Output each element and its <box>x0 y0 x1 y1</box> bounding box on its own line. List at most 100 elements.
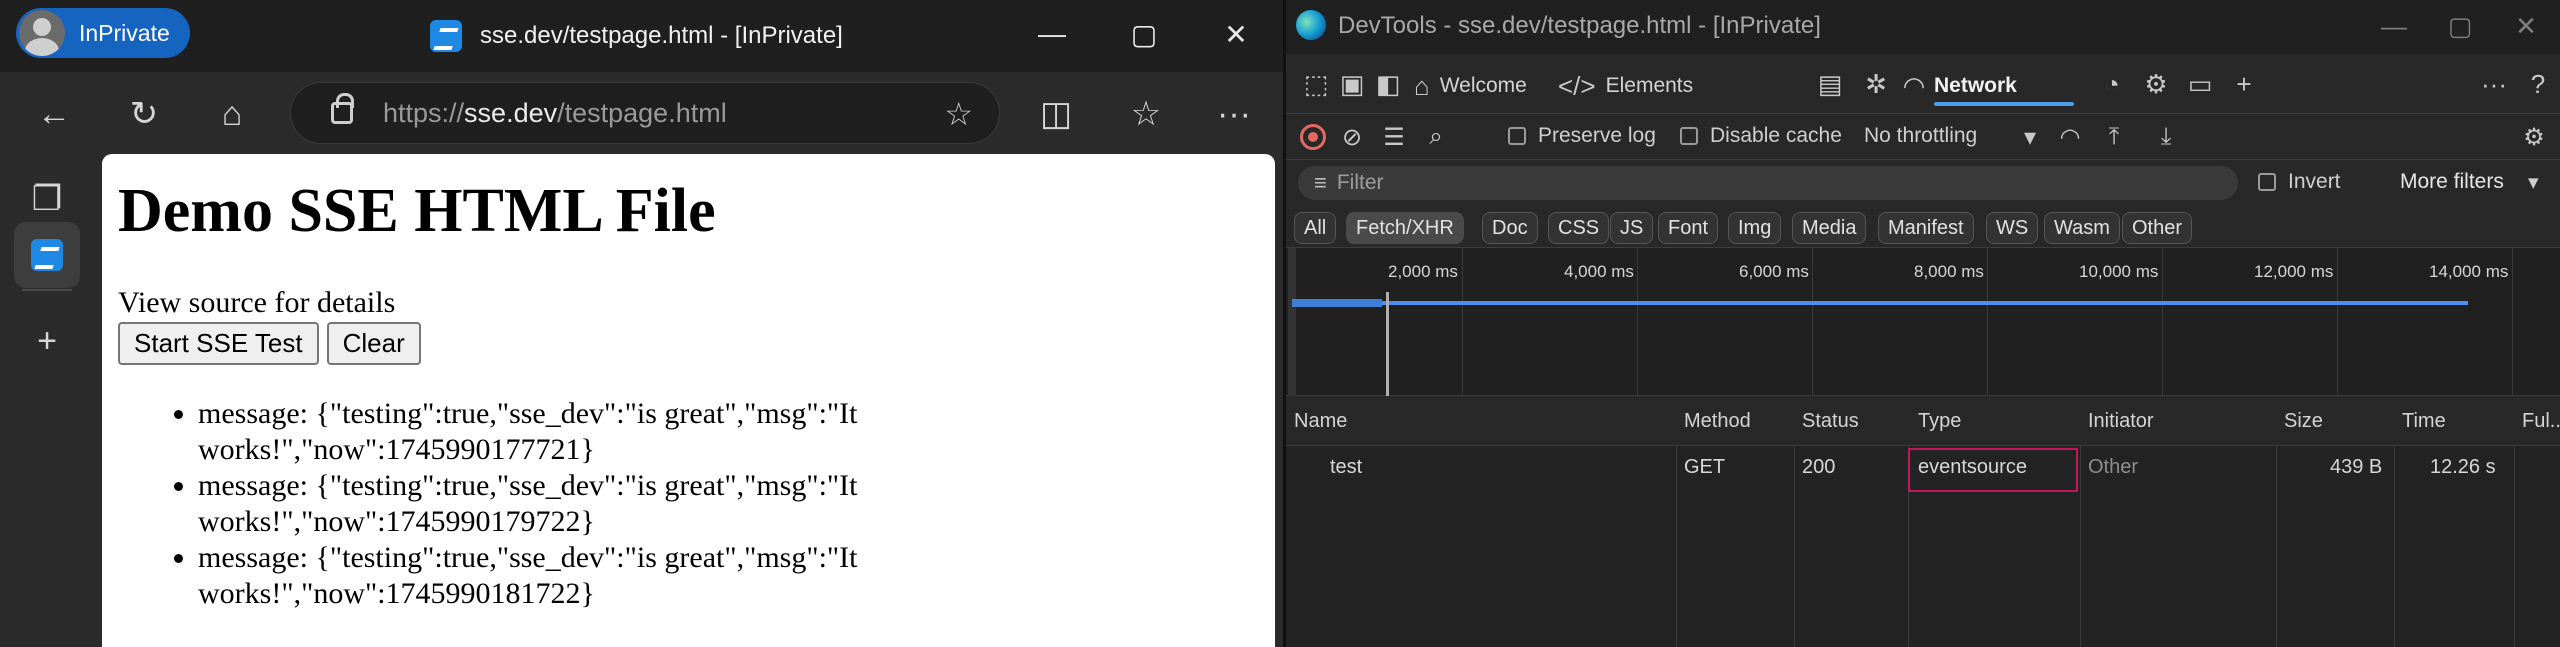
invert-checkbox[interactable] <box>2258 173 2276 191</box>
back-icon[interactable]: ← <box>26 86 82 142</box>
more-filters-button[interactable]: More filters <box>2400 170 2504 194</box>
toggle-sidebar-icon[interactable]: ◧ <box>1368 66 1408 102</box>
cell-initiator: Other <box>2088 456 2139 478</box>
page-content: Demo SSE HTML File View source for detai… <box>102 154 1275 647</box>
help-icon[interactable]: ? <box>2518 66 2558 102</box>
column-header-method[interactable]: Method <box>1684 410 1751 433</box>
tab-elements[interactable]: </> Elements <box>1558 68 1693 104</box>
column-header-type[interactable]: Type <box>1918 410 1961 433</box>
inprivate-profile-button[interactable]: InPrivate <box>16 8 190 58</box>
chevron-down-icon[interactable]: ▾ <box>2014 122 2046 152</box>
filter-row: ≡ Filter Invert More filters ▾ <box>1286 160 2560 206</box>
column-header-initiator[interactable]: Initiator <box>2088 410 2154 433</box>
type-filter-manifest[interactable]: Manifest <box>1878 212 1974 244</box>
browser-tab[interactable]: sse.dev/testpage.html - [InPrivate] <box>430 14 843 58</box>
sources-bug-icon[interactable]: ✲ <box>1856 66 1896 102</box>
devtools-maximize-button[interactable]: ▢ <box>2432 6 2488 46</box>
grid-line <box>1637 248 1638 396</box>
type-filter-css[interactable]: CSS <box>1548 212 1610 244</box>
timeline-tick: 4,000 ms <box>1564 262 1634 281</box>
devtools-window: DevTools - sse.dev/testpage.html - [InPr… <box>1283 0 2560 647</box>
column-header-status[interactable]: Status <box>1802 410 1859 433</box>
record-stop-icon[interactable] <box>1300 124 1326 150</box>
invert-label: Invert <box>2288 170 2341 193</box>
type-filter-js[interactable]: JS <box>1610 212 1654 244</box>
lock-icon[interactable] <box>331 93 354 124</box>
type-filter-all[interactable]: All <box>1294 212 1337 244</box>
resource-type-filters: All Fetch/XHR Doc CSS JS Font Img Media … <box>1286 206 2560 248</box>
url-text[interactable]: https://sse.dev/testpage.html <box>383 98 727 129</box>
browser-toolbar: ← ↻ ⌂ https://sse.dev/testpage.html ☆ ◫ … <box>0 72 1283 154</box>
column-header-time[interactable]: Time <box>2402 410 2446 433</box>
import-har-icon[interactable]: ⤒ <box>2098 122 2130 152</box>
message-item: message: {"testing":true,"sse_dev":"is g… <box>198 396 978 468</box>
console-icon[interactable]: ▤ <box>1810 66 1850 102</box>
preserve-log-checkbox[interactable] <box>1508 127 1526 145</box>
search-icon[interactable]: ⌕ <box>1420 122 1452 152</box>
inspect-element-icon[interactable]: ⬚ <box>1296 66 1336 102</box>
timeline-tick: 6,000 ms <box>1739 262 1809 281</box>
performance-icon[interactable]: ◔ <box>2092 66 2132 102</box>
vertical-tabs-sidebar: ❐ + <box>0 154 100 647</box>
timeline-tick: 2,000 ms <box>1388 262 1458 281</box>
page-buttons: Start SSE Test Clear <box>118 322 421 365</box>
clear-log-icon[interactable]: ⊘ <box>1336 122 1368 152</box>
cell-size: 439 B <box>2330 456 2383 478</box>
refresh-icon[interactable]: ↻ <box>116 86 172 142</box>
url-path: /testpage.html <box>557 97 727 128</box>
type-filter-media[interactable]: Media <box>1792 212 1867 244</box>
type-filter-font[interactable]: Font <box>1658 212 1719 244</box>
split-screen-icon[interactable]: ◫ <box>1028 86 1084 142</box>
type-filter-other[interactable]: Other <box>2122 212 2193 244</box>
disable-cache-checkbox[interactable] <box>1680 127 1698 145</box>
overview-left-handle[interactable] <box>1288 248 1296 396</box>
new-tab-icon[interactable]: + <box>14 308 80 374</box>
add-tool-icon[interactable]: + <box>2224 66 2264 102</box>
network-conditions-icon[interactable]: ◠ <box>2054 122 2086 152</box>
devtools-minimize-button[interactable]: — <box>2366 6 2422 46</box>
overview-selection-marker[interactable] <box>1386 292 1389 396</box>
application-icon[interactable]: ▭ <box>2180 66 2220 102</box>
more-tools-icon[interactable]: ··· <box>2474 66 2514 102</box>
maximize-button[interactable]: ▢ <box>1114 12 1174 56</box>
settings-more-icon[interactable]: ··· <box>1206 86 1262 142</box>
settings-gear-icon[interactable]: ⚙ <box>2136 66 2176 102</box>
network-toolbar: ⊘ ☰ ⌕ Preserve log Disable cache No thro… <box>1286 114 2560 160</box>
timeline-tick: 12,000 ms <box>2254 262 2334 281</box>
export-har-icon[interactable]: ⤓ <box>2150 122 2182 152</box>
more-filters-chevron-icon[interactable]: ▾ <box>2528 170 2539 195</box>
network-settings-gear-icon[interactable]: ⚙ <box>2518 122 2550 152</box>
devtools-close-button[interactable]: ✕ <box>2498 6 2554 46</box>
throttling-select[interactable]: No throttling <box>1864 124 1977 148</box>
column-header-name[interactable]: Name <box>1294 410 1347 433</box>
close-button[interactable]: ✕ <box>1206 12 1266 56</box>
type-filter-wasm[interactable]: Wasm <box>2044 212 2120 244</box>
type-filter-doc[interactable]: Doc <box>1482 212 1538 244</box>
filter-toggle-icon[interactable]: ☰ <box>1378 122 1410 152</box>
clear-button[interactable]: Clear <box>326 322 421 365</box>
code-icon: </> <box>1558 70 1596 101</box>
column-header-size[interactable]: Size <box>2284 410 2323 433</box>
column-header-fulfilled[interactable]: Ful... <box>2522 410 2560 433</box>
tab-welcome[interactable]: ⌂ Welcome <box>1414 68 1527 104</box>
timeline-tick: 14,000 ms <box>2429 262 2509 281</box>
sidebar-tab-sse[interactable] <box>14 222 80 288</box>
disable-cache-label: Disable cache <box>1710 124 1842 147</box>
cell-name: test <box>1330 456 1363 478</box>
add-favorite-icon[interactable]: ☆ <box>944 95 973 133</box>
browser-window: InPrivate sse.dev/testpage.html - [InPri… <box>0 0 1283 647</box>
tab-network[interactable]: ◠ Network <box>1904 68 2017 104</box>
minimize-button[interactable]: — <box>1022 12 1082 56</box>
home-icon[interactable]: ⌂ <box>204 86 260 142</box>
address-bar[interactable]: https://sse.dev/testpage.html ☆ <box>290 82 1000 144</box>
type-filter-img[interactable]: Img <box>1728 212 1782 244</box>
type-filter-fetch-xhr[interactable]: Fetch/XHR <box>1346 212 1464 244</box>
type-filter-ws[interactable]: WS <box>1986 212 2039 244</box>
table-row[interactable]: test GET 200 eventsource Other 439 B 12.… <box>1286 446 2560 492</box>
wifi-icon: ◠ <box>1904 70 1924 101</box>
device-emulation-icon[interactable]: ▣ <box>1332 66 1372 102</box>
favorites-icon[interactable]: ☆ <box>1118 86 1174 142</box>
filter-input[interactable]: ≡ Filter <box>1298 166 2238 200</box>
network-overview-timeline[interactable]: 2,000 ms 4,000 ms 6,000 ms 8,000 ms 10,0… <box>1286 248 2560 396</box>
start-sse-test-button[interactable]: Start SSE Test <box>118 322 319 365</box>
